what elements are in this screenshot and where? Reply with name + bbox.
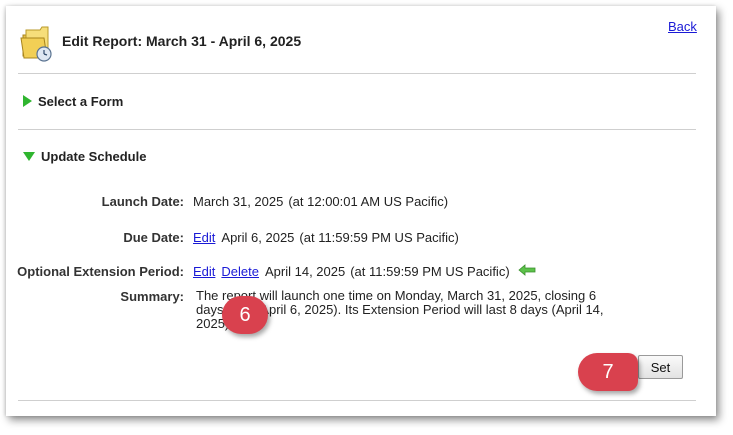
divider <box>18 73 696 74</box>
step-6-callout: 6 <box>222 296 268 334</box>
divider <box>18 129 696 130</box>
section-label: Select a Form <box>38 93 124 109</box>
step-7-callout: 7 <box>578 353 638 391</box>
launch-date-text: March 31, 2025 <box>193 194 284 209</box>
section-label: Update Schedule <box>41 148 147 164</box>
back-link[interactable]: Back <box>668 19 697 34</box>
due-date-value: Edit April 6, 2025 (at 11:59:59 PM US Pa… <box>193 230 459 245</box>
page-title: Edit Report: March 31 - April 6, 2025 <box>62 33 302 49</box>
launch-time-text: (at 12:00:01 AM US Pacific) <box>288 194 449 209</box>
extension-edit-link[interactable]: Edit <box>193 264 215 279</box>
triangle-right-icon <box>23 95 32 107</box>
section-select-form[interactable]: Select a Form <box>23 92 123 110</box>
extension-date-text: April 14, 2025 <box>264 264 346 279</box>
extension-delete-link[interactable]: Delete <box>221 264 259 279</box>
launch-date-value: March 31, 2025 (at 12:00:01 AM US Pacifi… <box>193 194 448 209</box>
section-update-schedule[interactable]: Update Schedule <box>23 147 146 165</box>
arrow-left-icon <box>518 264 536 279</box>
triangle-down-icon <box>23 151 35 161</box>
folder-clock-icon <box>20 26 54 62</box>
due-date-edit-link[interactable]: Edit <box>193 230 215 245</box>
extension-time-text: (at 11:59:59 PM US Pacific) <box>350 264 510 279</box>
summary-label: Summary: <box>120 289 184 304</box>
due-date-label: Due Date: <box>123 230 184 245</box>
divider <box>18 400 696 401</box>
launch-date-label: Launch Date: <box>101 194 184 209</box>
set-button[interactable]: Set <box>638 355 683 379</box>
extension-period-value: Edit Delete April 14, 2025 (at 11:59:59 … <box>193 264 536 279</box>
due-time-text: (at 11:59:59 PM US Pacific) <box>299 230 459 245</box>
extension-period-label: Optional Extension Period: <box>17 264 184 279</box>
edit-report-panel: Edit Report: March 31 - April 6, 2025 Ba… <box>6 6 716 416</box>
due-date-text: April 6, 2025 <box>221 230 295 245</box>
